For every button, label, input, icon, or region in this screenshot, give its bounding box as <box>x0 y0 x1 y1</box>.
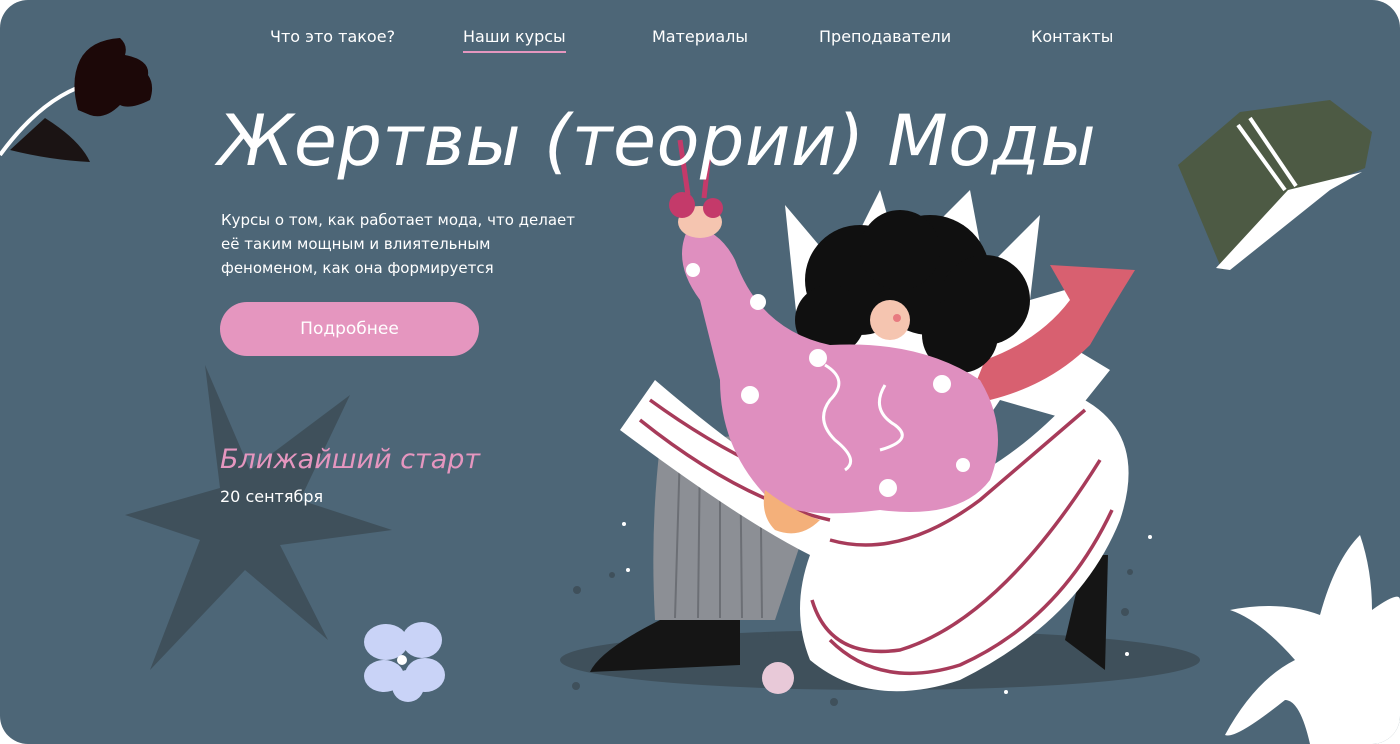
hero-subtitle: Курсы о том, как работает мода, что дела… <box>221 211 575 277</box>
landing-page: Что это такое? Наши курсы Материалы Преп… <box>0 0 1400 744</box>
star-shape <box>125 365 392 670</box>
woman-with-scissors-illustration <box>590 139 1135 692</box>
open-book-icon <box>1178 100 1372 270</box>
flower-icon <box>364 622 445 702</box>
nav-item-contacts[interactable]: Контакты <box>1031 27 1113 46</box>
next-start-date: 20 сентября <box>220 487 324 506</box>
white-star-shape <box>1225 535 1400 744</box>
main-nav: Что это такое? Наши курсы Материалы Преп… <box>0 0 1400 72</box>
nav-item-materials[interactable]: Материалы <box>652 27 748 46</box>
nav-item-what-is-it[interactable]: Что это такое? <box>270 27 395 46</box>
nav-item-our-courses[interactable]: Наши курсы <box>463 27 566 53</box>
nav-item-teachers[interactable]: Преподаватели <box>819 27 951 46</box>
more-details-button[interactable]: Подробнее <box>220 302 479 356</box>
yarn-ball <box>762 662 794 694</box>
next-start-label: Ближайший старт <box>220 444 481 475</box>
hero-title: Жертвы (теории) Моды <box>218 100 1097 182</box>
